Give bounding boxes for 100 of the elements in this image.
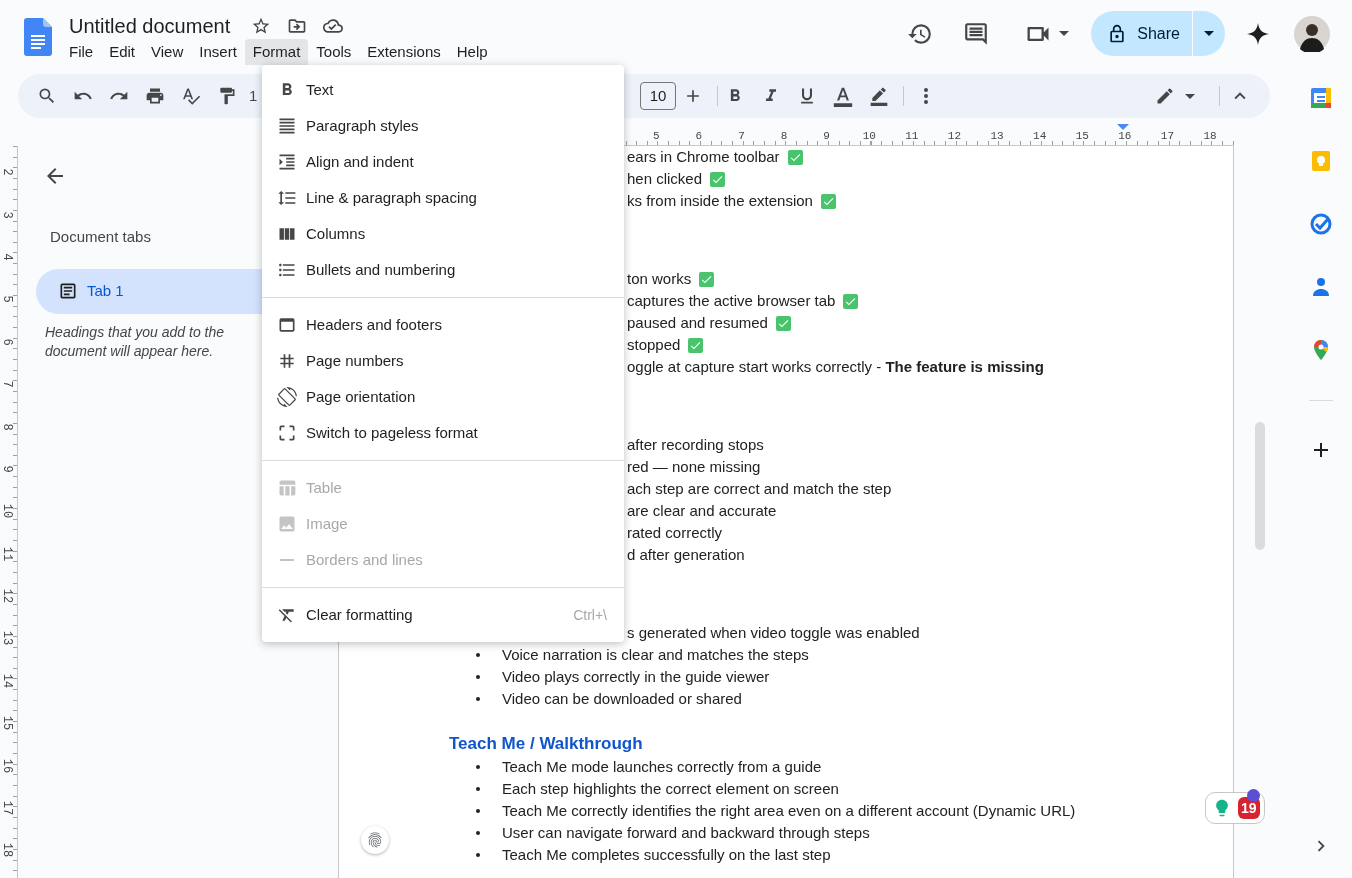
list-item-text: red — none missing bbox=[627, 456, 761, 477]
hash-icon bbox=[277, 351, 297, 371]
task-check-icon[interactable] bbox=[1309, 212, 1333, 236]
menu-bar-item[interactable]: Tools bbox=[308, 39, 360, 65]
ruler-number: 10 bbox=[861, 130, 877, 142]
ruler-number: 7 bbox=[1, 380, 13, 388]
ruler-number: 6 bbox=[694, 130, 704, 142]
ruler-number: 11 bbox=[904, 130, 920, 142]
font-size-field[interactable]: 10 bbox=[640, 82, 676, 110]
list-item-text: paused and resumed bbox=[627, 312, 768, 333]
more-vertical-icon bbox=[924, 88, 928, 104]
menu-item[interactable]: Clear formatting Ctrl+\ bbox=[262, 597, 624, 633]
ruler-number: 18 bbox=[1202, 130, 1218, 142]
pencil-icon bbox=[1155, 86, 1175, 106]
dash-icon bbox=[280, 559, 294, 561]
ruler-number: 9 bbox=[822, 130, 831, 142]
ruler-number: 10 bbox=[1, 504, 13, 519]
share-button[interactable]: Share bbox=[1091, 11, 1192, 56]
avatar[interactable] bbox=[1294, 15, 1330, 52]
menu-bar-item[interactable]: Edit bbox=[101, 39, 144, 65]
comment-icon[interactable] bbox=[963, 20, 990, 47]
list-item-text: Each step highlights the correct element on screen bbox=[502, 778, 839, 799]
list-item-text: after recording stops bbox=[627, 434, 764, 455]
caret-icon bbox=[1204, 31, 1214, 36]
ruler-number: 4 bbox=[1, 253, 13, 261]
scrollbar-thumb[interactable] bbox=[1255, 422, 1265, 550]
ruler-number: 18 bbox=[1, 843, 13, 858]
ruler-number: 16 bbox=[1117, 130, 1133, 142]
document-title[interactable]: Untitled document bbox=[69, 13, 231, 39]
image-icon bbox=[277, 514, 297, 534]
menu-item[interactable]: Switch to pageless format bbox=[262, 415, 624, 451]
shortcut-text: Ctrl+\ bbox=[573, 605, 607, 625]
list-item-text: Video can be downloaded or shared bbox=[502, 688, 742, 709]
menu-bar-item[interactable]: View bbox=[143, 39, 192, 65]
menu-item[interactable]: Page numbers bbox=[262, 343, 624, 379]
cloud-check-icon[interactable] bbox=[323, 16, 344, 36]
ruler-number: 2 bbox=[1, 168, 13, 176]
list-item-text: ton works bbox=[627, 268, 692, 289]
text-color-icon bbox=[832, 85, 854, 107]
list-item-text: ach step are correct and match the step bbox=[627, 478, 892, 499]
indent-icon bbox=[277, 152, 297, 172]
menu-item[interactable]: Align and indent bbox=[262, 144, 624, 180]
ruler-number: 17 bbox=[1, 800, 13, 816]
menu-item[interactable]: Paragraph styles bbox=[262, 108, 624, 144]
menu-bar-item[interactable]: Extensions bbox=[359, 39, 449, 65]
menu-bar-item[interactable]: Format bbox=[244, 39, 309, 65]
caret-icon bbox=[1059, 31, 1070, 36]
list-item-text: Teach Me mode launches correctly from a guide bbox=[502, 756, 822, 777]
list-item-text: Teach Me correctly identifies the right area even on a different account (Dynamic URL) bbox=[502, 800, 1076, 821]
rotate-page-icon bbox=[277, 387, 297, 407]
spellcheck-icon bbox=[181, 86, 201, 106]
assistant-widget[interactable]: 19 bbox=[1205, 792, 1265, 824]
ruler-number: 14 bbox=[1032, 130, 1048, 142]
list-item-text: oggle at capture start works correctly - The feature is missing bbox=[627, 356, 1044, 377]
document-icon bbox=[58, 281, 78, 301]
list-item-text: ks from inside the extension bbox=[627, 190, 813, 211]
fingerprint-icon bbox=[366, 831, 384, 849]
menu-item[interactable]: Columns bbox=[262, 216, 624, 252]
menu-item[interactable]: Text bbox=[262, 72, 624, 108]
list-item-text: Teach Me completes successfully on the last step bbox=[502, 844, 831, 865]
ruler-number: 11 bbox=[1, 546, 13, 561]
list-item-text: d after generation bbox=[627, 544, 745, 565]
ruler-number: 15 bbox=[1, 716, 13, 731]
dashed-frame-icon bbox=[277, 423, 297, 443]
caret-icon bbox=[1185, 93, 1195, 99]
list-item-text: rated correctly bbox=[627, 522, 723, 543]
section-heading: Teach Me / Walkthrough bbox=[449, 733, 643, 756]
calendar-icon[interactable] bbox=[1309, 86, 1333, 110]
list-item-text: Voice narration is clear and matches the steps bbox=[502, 644, 809, 665]
list-item-text: captures the active browser tab bbox=[627, 290, 836, 311]
menu-item[interactable]: Page orientation bbox=[262, 379, 624, 415]
line-spacing-icon bbox=[277, 188, 297, 208]
highlighter-icon bbox=[869, 86, 889, 106]
document-logo-icon[interactable] bbox=[24, 18, 52, 56]
zoom-select[interactable]: 1 bbox=[249, 84, 258, 108]
ruler-number: 9 bbox=[1, 465, 13, 473]
ruler-number: 12 bbox=[946, 130, 963, 142]
ruler-number: 8 bbox=[1, 422, 13, 431]
search-icon bbox=[37, 86, 57, 106]
folder-move-icon[interactable] bbox=[287, 16, 308, 36]
count-badge: 19 bbox=[1238, 797, 1260, 819]
ruler-number: 13 bbox=[1, 631, 13, 646]
ruler-number: 14 bbox=[1, 673, 13, 689]
menu-bar-item[interactable]: Help bbox=[448, 39, 496, 65]
sidebar-hint: Headings that you add to the document will appear here. bbox=[45, 322, 226, 361]
ruler-number: 5 bbox=[652, 130, 661, 142]
menu-bar-item[interactable]: Insert bbox=[191, 39, 245, 65]
indent-marker-icon[interactable] bbox=[1117, 124, 1129, 130]
ruler-number: 16 bbox=[1, 758, 13, 773]
share-options-button[interactable] bbox=[1193, 11, 1225, 56]
list-item-text: Video plays correctly in the guide viewer bbox=[502, 666, 770, 687]
ruler-number: 5 bbox=[1, 295, 13, 303]
menu-item[interactable]: Line & paragraph spacing bbox=[262, 180, 624, 216]
ruler-number: 6 bbox=[1, 338, 13, 346]
list-item-text: are clear and accurate bbox=[627, 500, 777, 521]
table-icon bbox=[277, 478, 297, 498]
list-item-text: User can navigate forward and backward through steps bbox=[502, 822, 870, 843]
menu-bar-item[interactable]: File bbox=[61, 39, 102, 65]
ruler-number: 7 bbox=[737, 130, 746, 142]
ruler-number: 3 bbox=[1, 211, 13, 219]
